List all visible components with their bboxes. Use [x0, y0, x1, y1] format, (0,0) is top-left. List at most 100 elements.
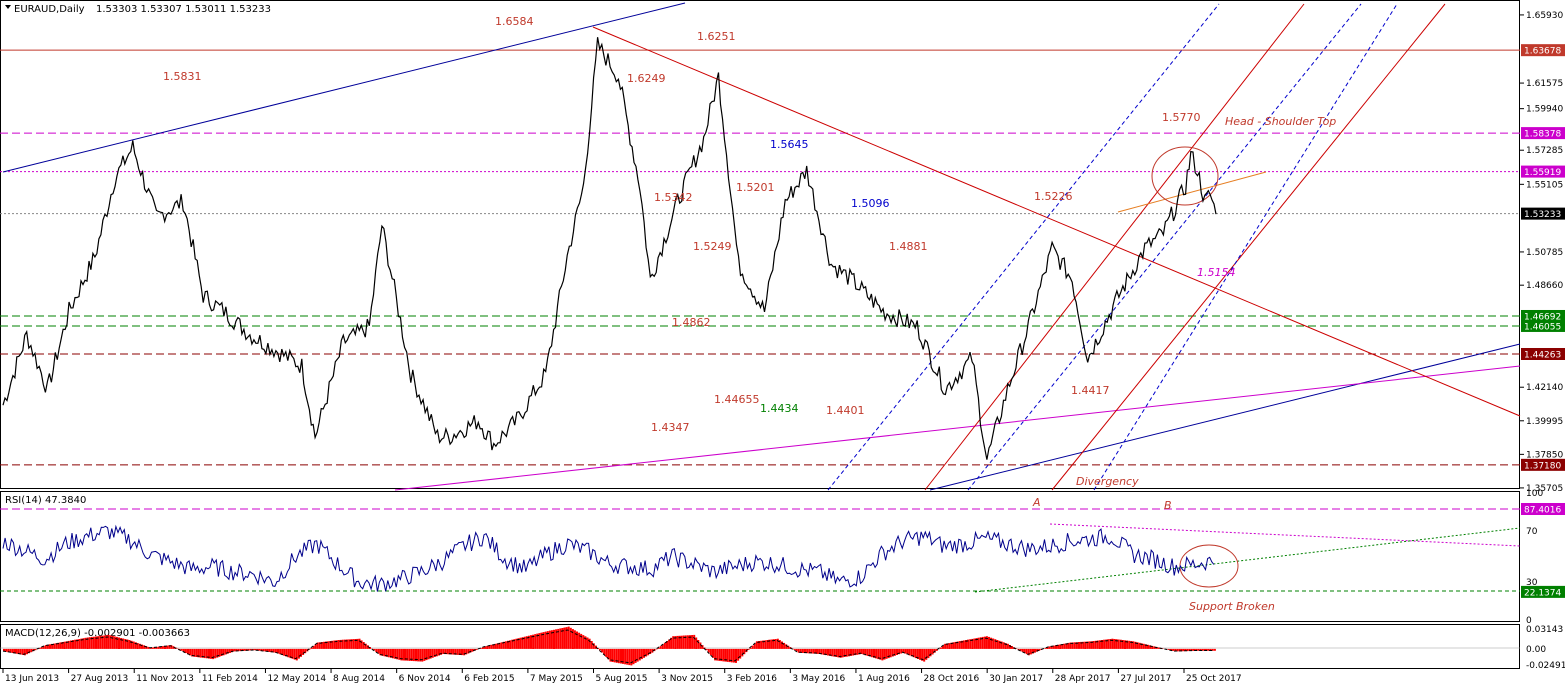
x-tick-label: 5 Aug 2015	[596, 674, 648, 684]
y-tick-label: 1.50785	[1526, 248, 1563, 258]
price-annotation: Divergency	[1076, 475, 1139, 488]
rsi-annotation: A	[1032, 496, 1041, 509]
level-tag-text: 1.44263	[1524, 350, 1561, 360]
macd-bar	[904, 648, 907, 654]
macd-bar	[302, 648, 305, 655]
rsi-level-tag: 22.1374	[1521, 585, 1565, 598]
macd-bar	[103, 635, 106, 649]
macd-bar	[180, 648, 183, 651]
x-tick-label: 3 Feb 2016	[727, 674, 778, 684]
macd-bar	[647, 648, 650, 656]
price-annotation: 1.5645	[770, 138, 809, 151]
macd-bar	[737, 648, 740, 661]
macd-bar	[456, 648, 459, 655]
rsi-title: RSI(14) 47.3840	[5, 495, 86, 506]
price-annotation: 1.5770	[1162, 111, 1201, 124]
macd-bar	[785, 644, 788, 649]
y-tick-label: 1.55105	[1526, 180, 1563, 190]
macd-bar	[939, 647, 942, 649]
y-tick-label: 1.61575	[1526, 79, 1563, 89]
x-tick-label: 30 Jan 2017	[989, 674, 1043, 684]
macd-bar	[199, 648, 202, 658]
macd-bar	[693, 634, 696, 649]
macd-bar	[1172, 648, 1175, 651]
chart-canvas: EURAUD,Daily 1.53303 1.53307 1.53011 1.5…	[0, 0, 1565, 688]
macd-bar	[283, 648, 286, 656]
macd-bar	[801, 648, 804, 653]
x-tick-label: 28 Oct 2016	[924, 674, 980, 684]
macd-bar	[310, 647, 313, 649]
macd-bar	[914, 648, 917, 659]
macd-bar	[1088, 641, 1091, 649]
macd-bar	[1197, 648, 1200, 651]
macd-bar	[1063, 643, 1066, 649]
macd-bar	[760, 640, 763, 649]
macd-bar	[402, 648, 405, 661]
price-annotation: 1.4434	[760, 402, 799, 415]
macd-tick-label: 0.03143	[1526, 625, 1563, 635]
macd-bar	[841, 648, 844, 658]
level-price-tag: 1.63678	[1521, 44, 1565, 57]
price-annotation: 1.6584	[495, 15, 534, 28]
macd-bar	[1213, 648, 1216, 651]
rsi-tick-label: 70	[1526, 527, 1538, 537]
macd-bar	[352, 639, 355, 649]
y-tick-label: 1.42140	[1526, 383, 1563, 393]
macd-bar	[676, 635, 679, 649]
macd-bar	[49, 644, 51, 649]
macd-bar	[243, 648, 246, 651]
macd-bar	[375, 648, 378, 652]
x-tick-label: 7 May 2015	[530, 674, 583, 684]
price-annotation: 1.6251	[697, 30, 736, 43]
level-tag-text: 1.63678	[1524, 47, 1561, 57]
macd-bar	[881, 648, 884, 661]
macd-bar	[548, 630, 551, 649]
macd-bar	[948, 643, 951, 649]
macd-bar	[655, 648, 658, 650]
x-tick-label: 1 Aug 2016	[858, 674, 910, 684]
level-tag-text: 1.46055	[1524, 322, 1561, 332]
macd-bar	[573, 630, 576, 649]
price-annotation: 1.5096	[851, 197, 890, 210]
x-tick-label: 28 Apr 2017	[1055, 674, 1111, 684]
macd-bar	[161, 646, 164, 649]
svg-text:87.4016: 87.4016	[1524, 505, 1561, 515]
macd-bar	[88, 637, 91, 649]
y-tick-label: 1.37850	[1526, 450, 1563, 460]
level-price-tag: 1.46055	[1521, 319, 1565, 332]
price-annotation: 1.5154	[1197, 266, 1236, 279]
price-annotation: 1.4881	[889, 240, 928, 253]
level-tag-text: 1.55919	[1524, 168, 1561, 178]
macd-bar	[722, 648, 725, 662]
macd-bar	[132, 641, 135, 649]
macd-bar	[534, 634, 537, 649]
level-price-tag: 1.58378	[1521, 127, 1565, 140]
macd-bar	[314, 644, 317, 649]
macd-bar	[885, 648, 888, 659]
macd-bar	[427, 648, 430, 660]
y-tick-label: 1.39995	[1526, 417, 1563, 427]
macd-bar	[1142, 643, 1145, 649]
price-y-axis: 1.65930 1.61575 1.59940 1.57285 1.55105 1.507…	[1520, 11, 1563, 494]
macd-bar	[973, 638, 976, 649]
macd-bar	[613, 648, 616, 663]
macd-bar	[63, 641, 66, 649]
x-tick-label: 11 Feb 2014	[202, 674, 258, 684]
macd-bar	[268, 648, 271, 652]
x-tick-label: 3 May 2016	[792, 674, 845, 684]
macd-bar	[751, 645, 754, 649]
macd-bar	[931, 648, 934, 655]
x-tick-label: 25 Oct 2017	[1186, 674, 1242, 684]
level-tag-text: 1.53233	[1524, 210, 1561, 220]
macd-tick-label: 0.00	[1526, 645, 1546, 655]
price-annotation: 1.4862	[672, 316, 711, 329]
macd-bar	[927, 648, 930, 659]
price-annotation: 1.5226	[1034, 190, 1073, 203]
macd-bar	[362, 642, 365, 649]
level-price-tag: 1.37180	[1521, 458, 1565, 471]
price-annotation: 1.44655	[714, 393, 760, 406]
macd-bar	[1128, 640, 1131, 649]
price-annotation: 1.4417	[1071, 384, 1110, 397]
macd-bar	[1103, 639, 1106, 649]
level-price-tag: 1.55919	[1521, 165, 1565, 178]
